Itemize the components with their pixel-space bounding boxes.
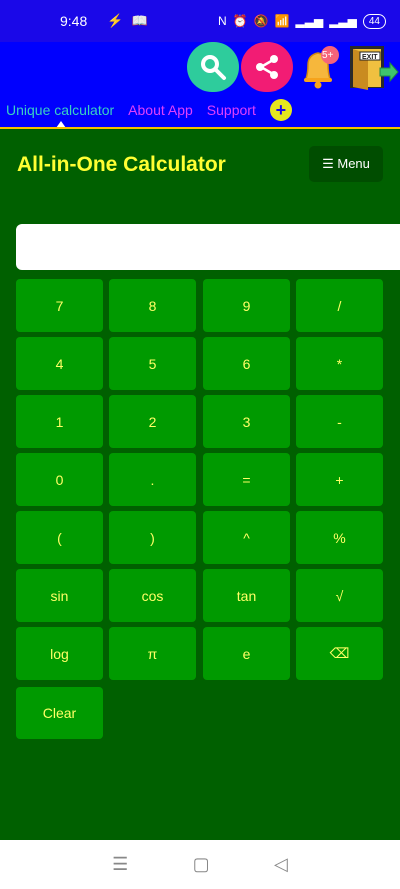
exit-door-icon: EXIT [349,46,399,90]
back-icon[interactable]: ◁ [274,854,288,875]
key-3-2[interactable]: = [203,453,290,506]
key-0-3[interactable]: / [296,279,383,332]
share-icon [256,55,278,79]
key-5-3[interactable]: √ [296,569,383,622]
key-4-1[interactable]: ) [109,511,196,564]
add-tab-button[interactable]: + [269,99,292,121]
key-7-0[interactable]: Clear [16,687,103,739]
menu-button[interactable]: ☰ Menu [309,146,383,182]
exit-button[interactable]: EXIT [345,42,400,92]
key-5-1[interactable]: cos [109,569,196,622]
key-5-2[interactable]: tan [203,569,290,622]
key-5-0[interactable]: sin [16,569,103,622]
key-4-0[interactable]: ( [16,511,103,564]
key-0-2[interactable]: 9 [203,279,290,332]
tab-about-app[interactable]: About App [128,102,193,118]
status-bar: 9:48 ⚡ 📖 N ⏰ 🔕 📶 ▂▃▅ ▂▃▅ 44 [0,0,400,42]
system-nav-bar: ☰ ▢ ◁ [0,840,400,889]
signal-icon: ▂▃▅ [295,14,324,28]
page-title: All-in-One Calculator [17,153,226,176]
key-6-0[interactable]: log [16,627,103,680]
search-icon [201,55,226,80]
key-2-0[interactable]: 1 [16,395,103,448]
key-1-2[interactable]: 6 [203,337,290,390]
share-button[interactable] [241,42,293,92]
status-right: N ⏰ 🔕 📶 ▂▃▅ ▂▃▅ 44 [217,13,386,29]
key-1-0[interactable]: 4 [16,337,103,390]
search-button[interactable] [187,42,239,92]
status-time: 9:48 [60,13,88,29]
book-icon: 📖 [131,13,148,28]
svg-text:EXIT: EXIT [362,54,378,61]
recent-apps-icon[interactable]: ☰ [112,854,128,875]
key-2-2[interactable]: 3 [203,395,290,448]
key-6-3[interactable]: ⌫ [296,627,383,680]
key-0-0[interactable]: 7 [16,279,103,332]
tab-support[interactable]: Support [207,102,256,118]
key-3-3[interactable]: + [296,453,383,506]
notifications-button[interactable]: 5+ [295,42,343,92]
key-2-1[interactable]: 2 [109,395,196,448]
key-6-2[interactable]: e [203,627,290,680]
flash-icon: ⚡ [107,13,124,28]
alarm-icon: ⏰ [232,14,248,28]
app-bar: 5+ EXIT [0,42,400,92]
key-1-1[interactable]: 5 [109,337,196,390]
key-3-1[interactable]: . [109,453,196,506]
notification-bell-icon [304,46,339,89]
status-left: 9:48 ⚡ 📖 [60,13,148,29]
mute-icon: 🔕 [253,14,269,28]
nfc-icon: N [217,14,227,28]
key-0-1[interactable]: 8 [109,279,196,332]
calculator-panel: All-in-One Calculator ☰ Menu 7 8 9/ 4 5 6 * 1 2 3… [0,129,400,840]
key-1-3[interactable]: * [296,337,383,390]
plus-icon: + [275,100,287,120]
key-6-1[interactable]: π [109,627,196,680]
key-3-0[interactable]: 0 [16,453,103,506]
tab-unique-calculator[interactable]: Unique calculator [6,102,114,118]
signal-icon: ▂▃▅ [329,14,357,28]
battery-indicator: 44 [362,13,386,29]
key-2-3[interactable]: - [296,395,383,448]
home-icon[interactable]: ▢ [193,854,210,875]
key-4-2[interactable]: ^ [203,511,290,564]
key-4-3[interactable]: % [296,511,383,564]
wifi-icon: 📶 [274,14,290,28]
notification-badge: 5+ [322,50,334,61]
calculator-display[interactable] [16,224,400,270]
